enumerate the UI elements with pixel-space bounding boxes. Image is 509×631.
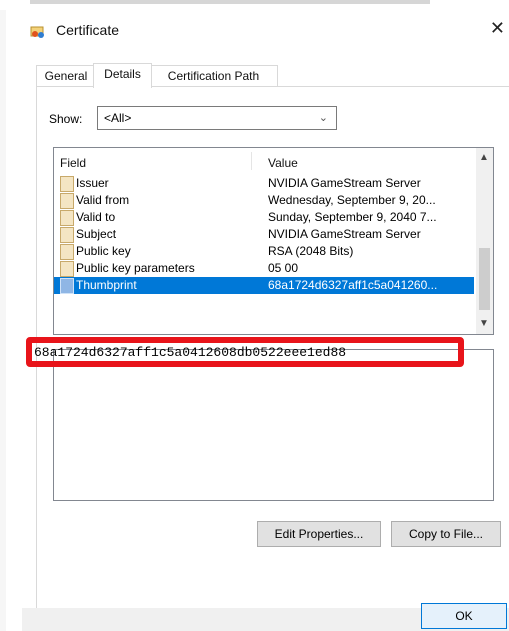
field-icon <box>60 193 74 209</box>
field-name: Valid to <box>76 210 116 224</box>
value-detail-box[interactable] <box>53 349 494 501</box>
field-icon <box>60 278 74 294</box>
background-left-edge <box>0 10 6 631</box>
list-item[interactable]: Subject NVIDIA GameStream Server <box>54 226 474 243</box>
field-value: Wednesday, September 9, 20... <box>268 193 436 207</box>
field-name: Valid from <box>76 193 130 207</box>
field-name: Thumbprint <box>76 278 137 292</box>
edit-properties-button[interactable]: Edit Properties... <box>257 521 381 547</box>
scrollbar-thumb[interactable] <box>479 248 490 310</box>
field-value: RSA (2048 Bits) <box>268 244 354 258</box>
field-value: Sunday, September 9, 2040 7... <box>268 210 437 224</box>
list-scrollbar[interactable]: ▲ ▼ <box>476 148 493 334</box>
tab-general[interactable]: General <box>36 65 96 87</box>
scroll-up-icon[interactable]: ▲ <box>479 152 489 163</box>
show-dropdown[interactable]: <All> ⌄ <box>97 106 337 130</box>
field-value: NVIDIA GameStream Server <box>268 227 421 241</box>
list-item[interactable]: Valid from Wednesday, September 9, 20... <box>54 192 474 209</box>
tab-details[interactable]: Details <box>93 63 152 88</box>
list-header: Field Value <box>54 148 474 174</box>
field-icon <box>60 210 74 226</box>
column-divider[interactable] <box>251 152 252 170</box>
list-item[interactable]: Issuer NVIDIA GameStream Server <box>54 175 474 192</box>
field-name: Issuer <box>76 176 109 190</box>
field-name: Public key <box>76 244 131 258</box>
field-value: 68a1724d6327aff1c5a041260... <box>268 278 438 292</box>
background-smudge <box>30 0 430 4</box>
close-button[interactable]: ✕ <box>490 18 505 38</box>
field-icon <box>60 227 74 243</box>
certificate-icon <box>30 26 44 38</box>
copy-to-file-button[interactable]: Copy to File... <box>391 521 501 547</box>
list-item-selected[interactable]: Thumbprint 68a1724d6327aff1c5a041260... <box>54 277 474 294</box>
field-icon <box>60 176 74 192</box>
window-title: Certificate <box>56 22 120 38</box>
thumbprint-value[interactable]: 68a1724d6327aff1c5a0412608db0522eee1ed88 <box>34 345 346 360</box>
field-icon <box>60 244 74 260</box>
list-item[interactable]: Public key parameters 05 00 <box>54 260 474 277</box>
field-value: 05 00 <box>268 261 299 275</box>
field-name: Subject <box>76 227 117 241</box>
list-item[interactable]: Public key RSA (2048 Bits) <box>54 243 474 260</box>
scroll-down-icon[interactable]: ▼ <box>479 318 489 329</box>
show-dropdown-value: <All> <box>104 111 132 125</box>
tab-certification-path[interactable]: Certification Path <box>149 65 278 87</box>
field-name: Public key parameters <box>76 261 195 275</box>
certificate-dialog: Certificate ✕ General Details Certificat… <box>22 6 509 631</box>
ok-button[interactable]: OK <box>421 603 507 629</box>
field-value: NVIDIA GameStream Server <box>268 176 421 190</box>
title-bar: Certificate ✕ <box>22 6 509 50</box>
field-icon <box>60 261 74 277</box>
show-label: Show: <box>49 112 83 126</box>
list-item[interactable]: Valid to Sunday, September 9, 2040 7... <box>54 209 474 226</box>
column-header-field[interactable]: Field <box>60 156 86 170</box>
column-header-value[interactable]: Value <box>268 156 298 170</box>
fields-list[interactable]: Field Value Issuer NVIDIA GameStream Ser… <box>53 147 494 335</box>
chevron-down-icon: ⌄ <box>318 112 328 124</box>
